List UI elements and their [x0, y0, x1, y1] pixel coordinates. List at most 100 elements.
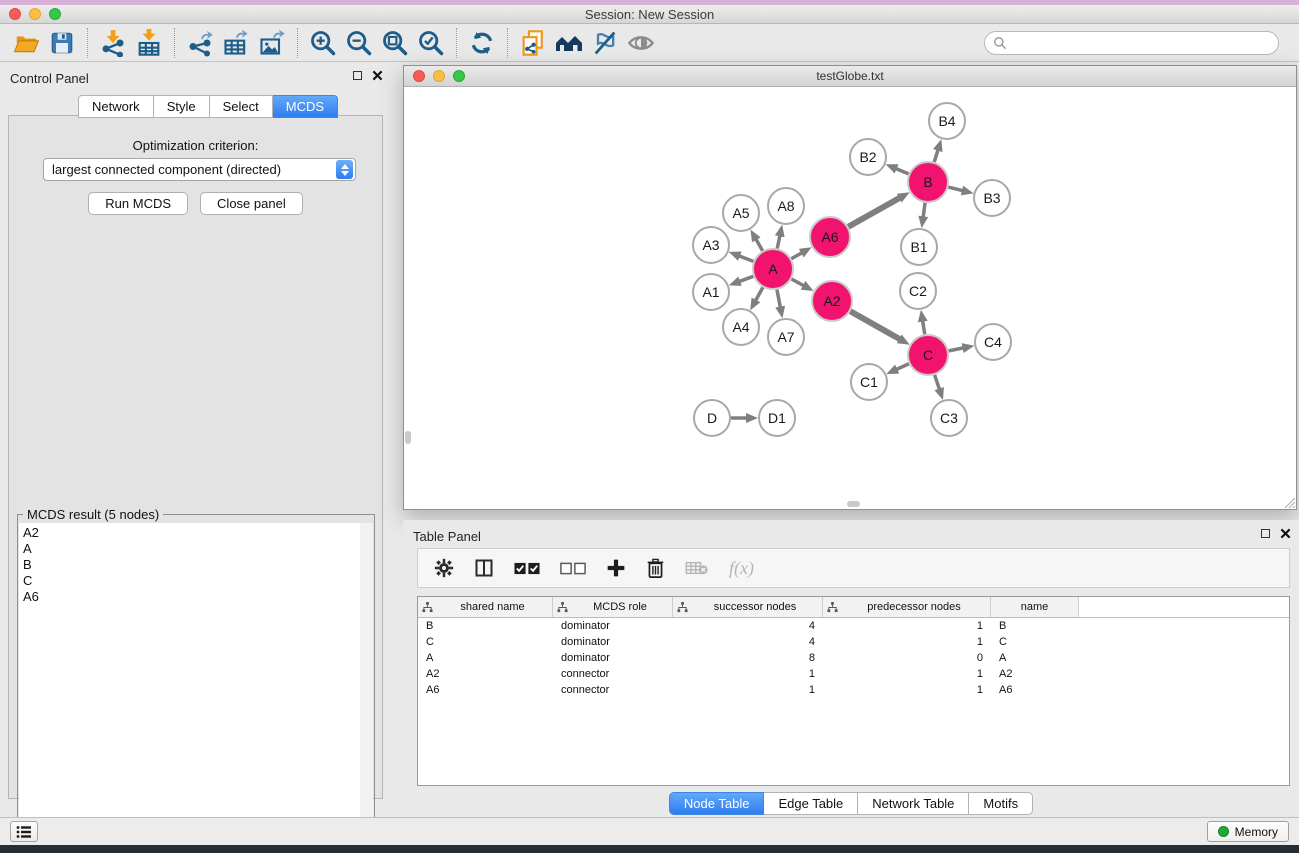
mcds-result-item[interactable]: A	[23, 541, 360, 557]
mcds-result-item[interactable]: A6	[23, 589, 360, 605]
tab-network-table[interactable]: Network Table	[858, 792, 969, 815]
network-window-titlebar[interactable]: testGlobe.txt	[404, 66, 1296, 87]
refresh-view-button[interactable]	[464, 26, 500, 60]
table-row[interactable]: Bdominator41B	[418, 618, 1289, 634]
network-node-A2[interactable]: A2	[812, 281, 852, 321]
network-node-A5[interactable]: A5	[723, 195, 759, 231]
mcds-result-item[interactable]: C	[23, 573, 360, 589]
network-horizontal-scrollbar[interactable]	[847, 501, 860, 507]
delete-column-trash-icon[interactable]	[646, 558, 665, 579]
tab-network[interactable]: Network	[78, 95, 154, 118]
tab-style[interactable]: Style	[154, 95, 210, 118]
import-network-button[interactable]	[95, 26, 131, 60]
network-node-B[interactable]: B	[908, 162, 948, 202]
column-header-shared-name[interactable]: shared name	[418, 597, 553, 617]
network-node-B4[interactable]: B4	[929, 103, 965, 139]
network-edge-C-C3[interactable]	[935, 375, 940, 390]
export-table-button[interactable]	[218, 26, 254, 60]
network-node-C2[interactable]: C2	[900, 273, 936, 309]
network-node-C[interactable]: C	[908, 335, 948, 375]
tab-motifs[interactable]: Motifs	[969, 792, 1033, 815]
network-edge-A-A4[interactable]	[755, 287, 762, 300]
search-field[interactable]	[984, 31, 1279, 55]
table-row[interactable]: A2connector11A2	[418, 666, 1289, 682]
network-node-A1[interactable]: A1	[693, 274, 729, 310]
close-panel-button[interactable]: Close panel	[200, 192, 303, 215]
mcds-result-item[interactable]: A2	[23, 525, 360, 541]
add-column-icon[interactable]	[606, 558, 626, 578]
criterion-dropdown[interactable]: largest connected component (directed)	[43, 158, 356, 181]
network-node-A[interactable]: A	[753, 249, 793, 289]
float-panel-icon[interactable]	[353, 71, 362, 80]
network-edge-A-A3[interactable]	[739, 256, 753, 262]
network-node-D[interactable]: D	[694, 400, 730, 436]
result-scrollbar[interactable]	[360, 523, 373, 850]
network-edge-A-A6[interactable]	[791, 253, 802, 259]
network-node-B3[interactable]: B3	[974, 180, 1010, 216]
network-edge-C-C2[interactable]	[923, 321, 925, 335]
network-node-C4[interactable]: C4	[975, 324, 1011, 360]
network-node-C3[interactable]: C3	[931, 400, 967, 436]
export-image-button[interactable]	[254, 26, 290, 60]
import-table-button[interactable]	[131, 26, 167, 60]
zoom-in-button[interactable]	[305, 26, 341, 60]
network-node-A7[interactable]: A7	[768, 319, 804, 355]
network-node-A6[interactable]: A6	[810, 217, 850, 257]
network-edge-A-A7[interactable]	[777, 290, 780, 308]
network-edge-A2-C[interactable]	[850, 311, 900, 339]
maximize-window-button[interactable]	[49, 8, 61, 20]
column-header-predecessor-nodes[interactable]: predecessor nodes	[823, 597, 991, 617]
network-canvas[interactable]: B4 B2 B B3 A5A8A6 A3 B1 A A1 C2 A2 A4A7 C4 C C1 C3 D D1	[404, 87, 1296, 509]
network-edge-A-A5[interactable]	[756, 239, 763, 251]
network-edge-B-B3[interactable]	[948, 187, 963, 191]
zoom-selected-button[interactable]	[413, 26, 449, 60]
search-input[interactable]	[1013, 36, 1270, 50]
network-edge-A6-B[interactable]	[848, 198, 900, 227]
show-hide-button[interactable]	[623, 26, 659, 60]
network-vertical-scrollbar[interactable]	[405, 431, 411, 444]
table-settings-gear-icon[interactable]	[434, 558, 454, 578]
mcds-result-item[interactable]: B	[23, 557, 360, 573]
table-row[interactable]: A6connector11A6	[418, 682, 1289, 698]
save-session-button[interactable]	[44, 26, 80, 60]
network-node-D1[interactable]: D1	[759, 400, 795, 436]
run-mcds-button[interactable]: Run MCDS	[88, 192, 188, 215]
network-node-A3[interactable]: A3	[693, 227, 729, 263]
new-network-from-selection-button[interactable]	[515, 26, 551, 60]
hide-selected-button[interactable]	[587, 26, 623, 60]
column-visibility-icon[interactable]	[474, 558, 494, 578]
network-node-B2[interactable]: B2	[850, 139, 886, 175]
tab-mcds[interactable]: MCDS	[273, 95, 338, 118]
column-header-mcds-role[interactable]: MCDS role	[553, 597, 673, 617]
network-edge-A-A8[interactable]	[777, 235, 780, 248]
network-node-A8[interactable]: A8	[768, 188, 804, 224]
task-history-button[interactable]	[10, 821, 38, 842]
network-node-C1[interactable]: C1	[851, 364, 887, 400]
close-table-panel-icon[interactable]	[1280, 528, 1291, 539]
network-node-B1[interactable]: B1	[901, 229, 937, 265]
tab-node-table[interactable]: Node Table	[669, 792, 765, 815]
column-header-name[interactable]: name	[991, 597, 1079, 617]
network-graph[interactable]: B4 B2 B B3 A5A8A6 A3 B1 A A1 C2 A2 A4A7 C4 C C1 C3 D D1	[404, 87, 1296, 509]
network-edge-A-A1[interactable]	[739, 276, 753, 281]
network-node-A4[interactable]: A4	[723, 309, 759, 345]
table-row[interactable]: Cdominator41C	[418, 634, 1289, 650]
open-file-button[interactable]	[8, 26, 44, 60]
zoom-out-button[interactable]	[341, 26, 377, 60]
tab-edge-table[interactable]: Edge Table	[764, 792, 858, 815]
network-edge-B-B4[interactable]	[934, 150, 938, 162]
close-panel-icon[interactable]	[372, 70, 383, 81]
resize-grip-icon[interactable]	[1281, 494, 1296, 509]
tab-select[interactable]: Select	[210, 95, 273, 118]
close-window-button[interactable]	[9, 8, 21, 20]
network-edge-B-B2[interactable]	[896, 169, 909, 174]
network-edge-C-C1[interactable]	[896, 364, 909, 370]
first-neighbors-button[interactable]	[551, 26, 587, 60]
network-close-button[interactable]	[413, 70, 425, 82]
network-edge-A-A2[interactable]	[791, 279, 803, 286]
table-row[interactable]: Adominator80A	[418, 650, 1289, 666]
network-edge-C-C4[interactable]	[949, 348, 964, 351]
export-network-button[interactable]	[182, 26, 218, 60]
network-edge-B-B1[interactable]	[923, 203, 925, 217]
mcds-result-list[interactable]: A2ABCA6	[19, 523, 361, 850]
